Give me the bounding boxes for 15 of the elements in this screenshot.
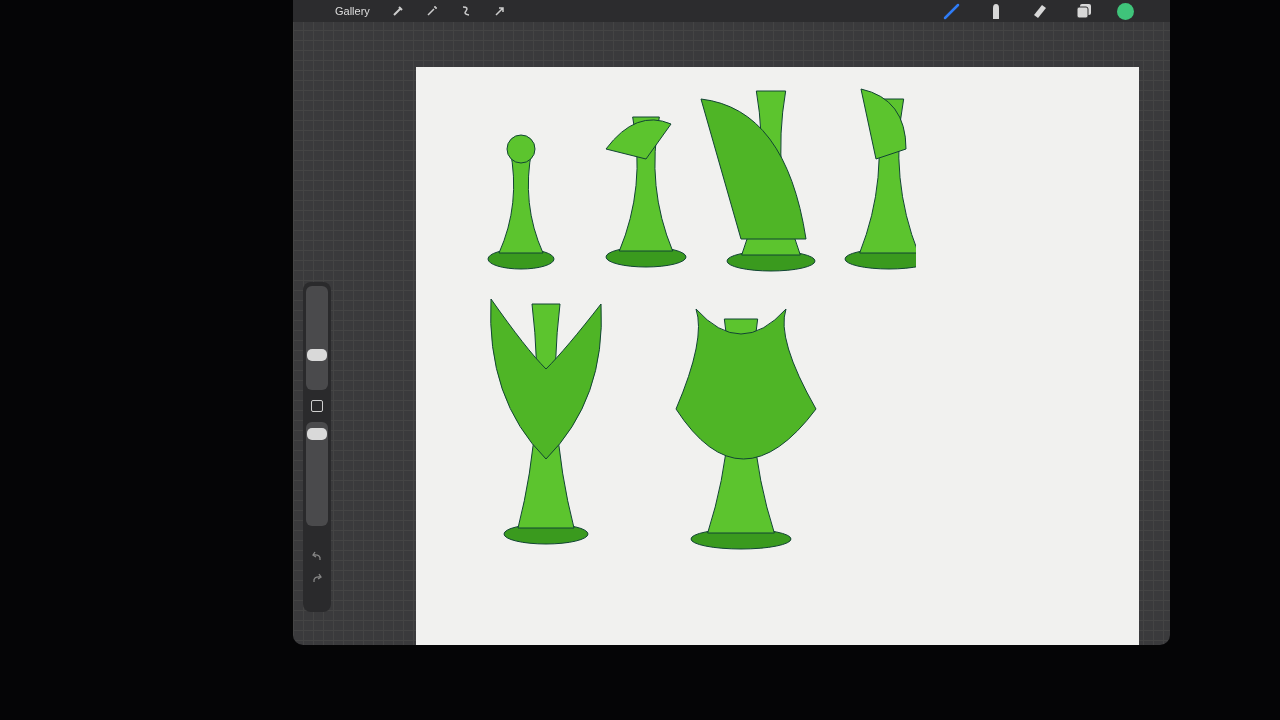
slider-thumb[interactable]: [307, 349, 327, 362]
eraser-icon: [1031, 2, 1049, 20]
arrow-icon[interactable]: [493, 5, 506, 17]
redo-icon[interactable]: [311, 572, 323, 584]
slider-thumb[interactable]: [307, 427, 327, 440]
modify-button[interactable]: [311, 400, 323, 412]
brush-size-slider[interactable]: [306, 286, 328, 390]
magic-wand-icon[interactable]: [425, 5, 438, 17]
opacity-slider[interactable]: [306, 422, 328, 526]
gallery-link[interactable]: Gallery: [335, 5, 370, 17]
undo-icon[interactable]: [311, 550, 323, 562]
layers-icon: [1076, 3, 1092, 19]
color-swatch[interactable]: [1117, 2, 1134, 20]
brush-icon: [943, 2, 961, 20]
wrench-icon[interactable]: [391, 5, 404, 17]
